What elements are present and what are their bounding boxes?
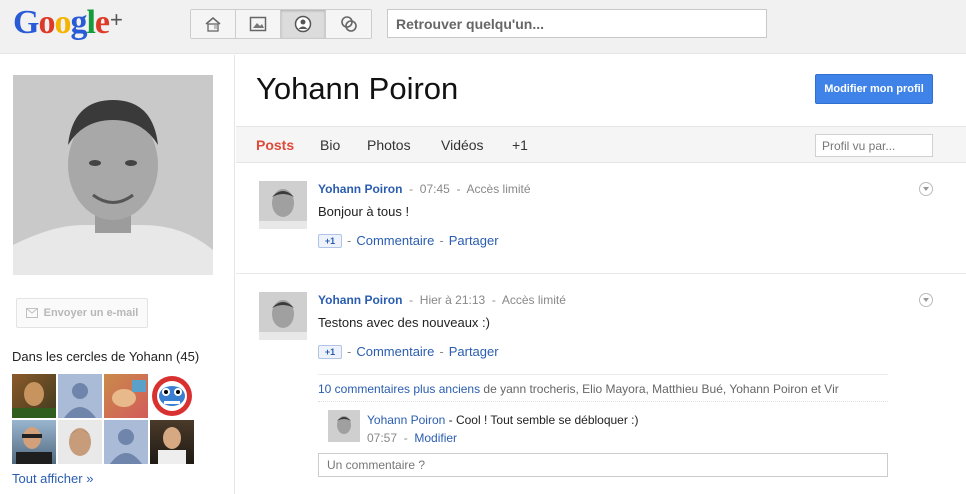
- post-author[interactable]: Yohann Poiron: [318, 182, 402, 196]
- main-nav: [190, 9, 372, 39]
- circles-title: Dans les cercles de Yohann (45): [12, 349, 200, 364]
- older-comments-people: de yann trocheris, Elio Mayora, Matthieu…: [480, 382, 839, 396]
- nav-profile-button[interactable]: [281, 10, 326, 38]
- nav-home-button[interactable]: [191, 10, 236, 38]
- comment-author[interactable]: Yohann Poiron: [367, 413, 445, 427]
- post-visibility[interactable]: Accès limité: [502, 293, 566, 307]
- nav-photos-button[interactable]: [236, 10, 281, 38]
- post-time[interactable]: 07:45: [420, 182, 450, 196]
- circles-avatars: [12, 374, 194, 464]
- profile-sidebar: Envoyer un e-mail Dans les cercles de Yo…: [0, 55, 235, 494]
- post: Yohann Poiron - 07:45 - Accès limité Bon…: [236, 163, 966, 274]
- profile-tabs: Posts Bio Photos Vidéos +1: [236, 126, 966, 163]
- circle-avatar-default[interactable]: [58, 374, 102, 418]
- profile-main: Yohann Poiron Modifier mon profil Posts …: [236, 55, 966, 494]
- comment-text: Yohann Poiron - Cool ! Tout semble se dé…: [367, 413, 639, 427]
- post-time[interactable]: Hier à 21:13: [420, 293, 485, 307]
- post-author-avatar[interactable]: [259, 181, 307, 229]
- search-people-input[interactable]: [387, 9, 767, 38]
- post-menu-icon[interactable]: [919, 293, 933, 307]
- edit-profile-button[interactable]: Modifier mon profil: [815, 74, 933, 104]
- send-email-label: Envoyer un e-mail: [43, 307, 139, 319]
- post: Yohann Poiron - Hier à 21:13 - Accès lim…: [236, 274, 966, 494]
- plus-one-button[interactable]: +1: [318, 344, 342, 359]
- profile-name: Yohann Poiron: [256, 71, 459, 106]
- post-text: Bonjour à tous !: [318, 204, 410, 219]
- google-plus-logo[interactable]: Google+: [13, 4, 123, 42]
- comment-author-avatar[interactable]: [328, 410, 360, 442]
- older-comments-link[interactable]: 10 commentaires plus anciens: [318, 382, 480, 396]
- tab-plus-one[interactable]: +1: [512, 137, 528, 153]
- post-visibility[interactable]: Accès limité: [467, 182, 531, 196]
- comment-link[interactable]: Commentaire: [356, 233, 434, 248]
- photos-icon: [249, 16, 267, 32]
- home-icon: [205, 17, 221, 32]
- edit-comment-link[interactable]: Modifier: [414, 431, 457, 445]
- post-header: Yohann Poiron - 07:45 - Accès limité: [318, 182, 531, 196]
- circle-avatar[interactable]: [150, 420, 194, 464]
- post-menu-icon[interactable]: [919, 182, 933, 196]
- tab-videos[interactable]: Vidéos: [441, 137, 484, 153]
- share-link[interactable]: Partager: [449, 344, 499, 359]
- comment-meta: 07:57 - Modifier: [367, 431, 458, 445]
- add-comment-input[interactable]: [318, 453, 888, 477]
- profile-viewed-by-select[interactable]: [815, 134, 933, 157]
- post-text: Testons avec des nouveaux :): [318, 315, 490, 330]
- circle-avatar[interactable]: [104, 374, 148, 418]
- post-actions: +1 - Commentaire - Partager: [318, 344, 499, 359]
- nav-circles-button[interactable]: [326, 10, 371, 38]
- tab-posts[interactable]: Posts: [256, 137, 294, 153]
- send-email-button[interactable]: Envoyer un e-mail: [16, 298, 148, 328]
- profile-photo: [13, 75, 213, 275]
- tab-photos[interactable]: Photos: [367, 137, 411, 153]
- mail-icon: [25, 308, 38, 318]
- circle-avatar[interactable]: [150, 374, 194, 418]
- plus-one-button[interactable]: +1: [318, 233, 342, 248]
- post-actions: +1 - Commentaire - Partager: [318, 233, 499, 248]
- circles-icon: [340, 16, 357, 32]
- share-link[interactable]: Partager: [449, 233, 499, 248]
- profile-icon: [294, 15, 312, 33]
- circle-avatar[interactable]: [12, 374, 56, 418]
- post-author-avatar[interactable]: [259, 292, 307, 340]
- post-header: Yohann Poiron - Hier à 21:13 - Accès lim…: [318, 293, 566, 307]
- circle-avatar-default[interactable]: [104, 420, 148, 464]
- comment-link[interactable]: Commentaire: [356, 344, 434, 359]
- comment-time: 07:57: [367, 431, 398, 445]
- circle-avatar[interactable]: [58, 420, 102, 464]
- circle-avatar[interactable]: [12, 420, 56, 464]
- older-comments-bar: 10 commentaires plus anciens de yann tro…: [318, 374, 888, 402]
- post-author[interactable]: Yohann Poiron: [318, 293, 402, 307]
- tab-bio[interactable]: Bio: [320, 137, 340, 153]
- show-all-circles-link[interactable]: Tout afficher »: [12, 471, 93, 486]
- top-bar: Google+: [0, 0, 966, 54]
